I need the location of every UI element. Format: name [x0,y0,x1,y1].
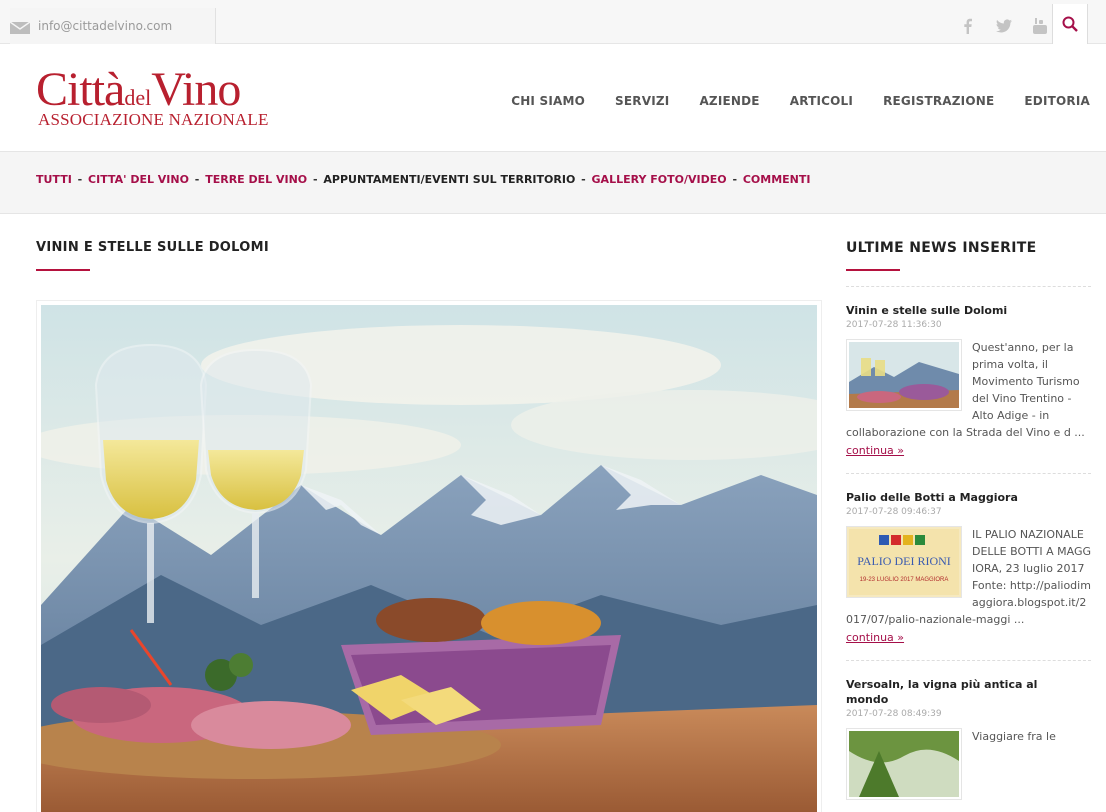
contact-email-text: info@cittadelvino.com [38,19,173,33]
news-title[interactable]: Vinin e stelle sulle Dolomi [846,303,1091,318]
twitter-icon[interactable] [996,18,1012,34]
news-title[interactable]: Palio delle Botti a Maggiora [846,490,1091,505]
category-tutti[interactable]: TUTTI [36,173,72,186]
news-body: Viaggiare fra le [846,728,1091,802]
category-separator: - [190,173,204,186]
news-date: 2017-07-28 08:49:39 [846,709,942,719]
news-item: Versoaln, la vigna più antica al mondo 2… [846,660,1091,812]
site-logo[interactable]: CittàdelVino ASSOCIAZIONE NAZIONALE [36,66,276,136]
youtube-icon[interactable] [1032,18,1048,34]
category-separator: - [728,173,741,186]
news-thumbnail[interactable] [846,339,962,411]
contact-email[interactable]: info@cittadelvino.com [10,8,216,44]
news-title[interactable]: Versoaln, la vigna più antica al mondo [846,677,1046,707]
title-underline [36,269,90,271]
news-item: Palio delle Botti a Maggiora 2017-07-28 … [846,473,1091,660]
article-title: VININ E STELLE SULLE DOLOMI [36,240,269,255]
poster-title: PALIO DEI RIONI [857,554,951,568]
main-nav: CHI SIAMO SERVIZI AZIENDE ARTICOLI REGIS… [511,94,1090,108]
category-links: TUTTI - CITTA' DEL VINO - TERRE DEL VINO… [36,173,810,186]
sidebar-title: ULTIME NEWS INSERITE [846,240,1037,256]
news-body: PALIO DEI RIONI 19-23 LUGLIO 2017 MAGGIO… [846,526,1091,646]
news-thumbnail[interactable]: PALIO DEI RIONI 19-23 LUGLIO 2017 MAGGIO… [846,526,962,598]
latest-news-list: Vinin e stelle sulle Dolomi 2017-07-28 1… [846,286,1091,812]
category-gallery[interactable]: GALLERY FOTO/VIDEO [592,173,727,186]
article-hero-image [36,300,822,812]
site-header: CittàdelVino ASSOCIAZIONE NAZIONALE CHI … [0,44,1106,152]
search-button[interactable] [1052,4,1088,44]
facebook-icon[interactable] [960,18,976,34]
nav-registrazione[interactable]: REGISTRAZIONE [883,94,994,108]
category-appuntamenti-eventi[interactable]: APPUNTAMENTI/EVENTI SUL TERRITORIO [323,173,575,186]
category-separator: - [577,173,590,186]
palio-poster: PALIO DEI RIONI 19-23 LUGLIO 2017 MAGGIO… [849,529,959,595]
category-commenti[interactable]: COMMENTI [743,173,811,186]
poster-dates: 19-23 LUGLIO 2017 MAGGIORA [860,577,949,583]
continue-reading-link[interactable]: continua » [846,629,1091,646]
wine-mountain-illustration [41,305,817,812]
category-separator: - [73,173,87,186]
news-date: 2017-07-28 11:36:30 [846,320,942,330]
top-bar: info@cittadelvino.com [0,0,1106,44]
nav-servizi[interactable]: SERVIZI [615,94,669,108]
news-excerpt: Viaggiare fra le [972,730,1056,743]
nav-chi-siamo[interactable]: CHI SIAMO [511,94,585,108]
category-bar: TUTTI - CITTA' DEL VINO - TERRE DEL VINO… [0,152,1106,214]
category-terre-del-vino[interactable]: TERRE DEL VINO [205,173,307,186]
nav-editoria[interactable]: EDITORIA [1024,94,1090,108]
search-icon [1062,16,1078,32]
nav-aziende[interactable]: AZIENDE [699,94,759,108]
logo-subtitle: ASSOCIAZIONE NAZIONALE [38,110,269,129]
envelope-icon [10,22,30,34]
news-thumbnail[interactable] [846,728,962,800]
continue-reading-link[interactable]: continua » [846,442,1091,459]
category-separator: - [309,173,322,186]
news-date: 2017-07-28 09:46:37 [846,507,942,517]
nav-articoli[interactable]: ARTICOLI [790,94,853,108]
news-item: Vinin e stelle sulle Dolomi 2017-07-28 1… [846,286,1091,473]
news-body: Quest'anno, per la prima volta, il Movim… [846,339,1091,459]
sidebar-title-underline [846,269,900,271]
category-citta-del-vino[interactable]: CITTA' DEL VINO [88,173,189,186]
social-links [960,8,1048,44]
